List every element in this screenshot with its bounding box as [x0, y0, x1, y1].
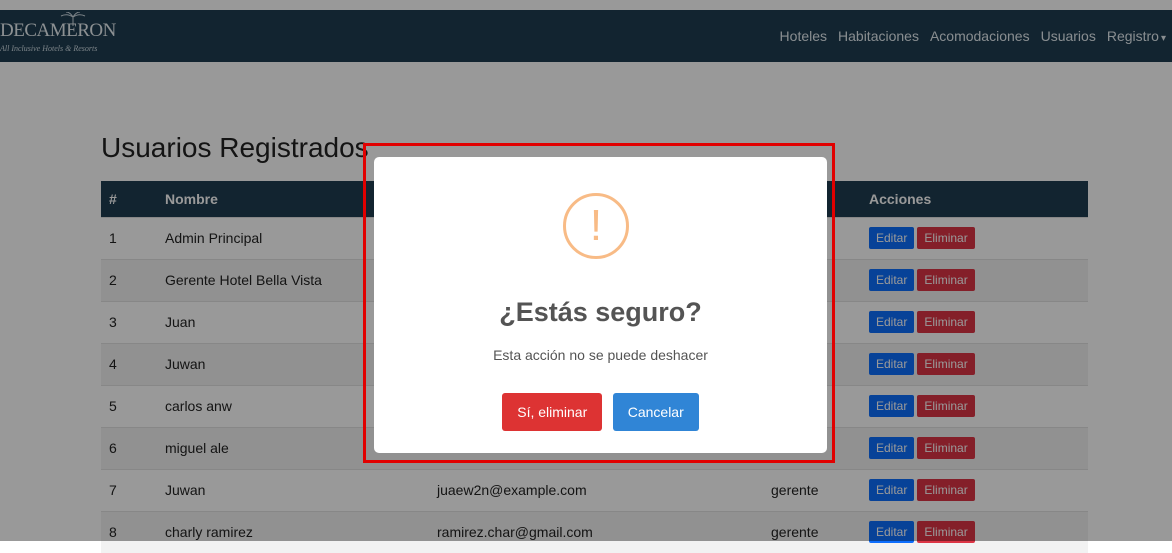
- warning-icon: !: [563, 193, 629, 259]
- dialog-title: ¿Estás seguro?: [499, 297, 702, 327]
- cancel-button[interactable]: Cancelar: [612, 393, 699, 431]
- confirm-dialog: ! ¿Estás seguro? Esta acción no se puede…: [374, 157, 827, 453]
- dialog-text: Esta acción no se puede deshacer: [493, 347, 708, 363]
- dialog-actions: Sí, eliminar Cancelar: [374, 393, 827, 431]
- confirm-delete-button[interactable]: Sí, eliminar: [502, 393, 603, 431]
